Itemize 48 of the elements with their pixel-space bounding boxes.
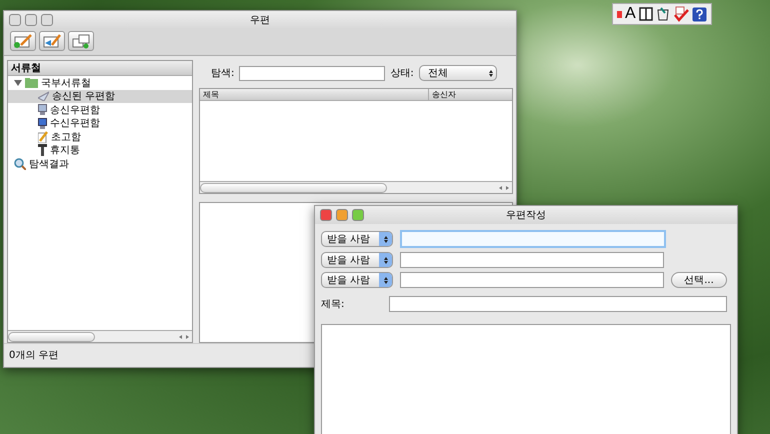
- folder-item[interactable]: 수신우편함: [8, 116, 192, 130]
- minimize-icon[interactable]: [336, 209, 348, 221]
- status-dropdown[interactable]: 전체: [418, 65, 497, 81]
- cup-icon[interactable]: [656, 6, 670, 22]
- trash-icon: [38, 144, 47, 156]
- magnifier-icon: [14, 158, 26, 170]
- window-title: 우편: [250, 14, 270, 27]
- message-body-field[interactable]: [321, 324, 731, 434]
- folder-icon: [25, 78, 38, 88]
- folder-item[interactable]: 휴지통: [8, 144, 192, 157]
- subject-label: 제목:: [321, 298, 344, 311]
- recipient-field[interactable]: [400, 272, 664, 288]
- input-menu[interactable]: A: [625, 6, 636, 22]
- compose-button[interactable]: [10, 31, 36, 51]
- column-header[interactable]: 송신자: [429, 89, 512, 100]
- recipient-field[interactable]: [400, 230, 666, 248]
- sync-button[interactable]: [68, 31, 94, 51]
- panes-icon[interactable]: [638, 7, 653, 21]
- window-control-icon[interactable]: [25, 14, 37, 26]
- paper-plane-icon: [38, 91, 49, 102]
- folder-item[interactable]: 탐색결과: [8, 157, 192, 170]
- window-control-icon[interactable]: [9, 14, 21, 26]
- tray-icon: [38, 104, 47, 116]
- tray-icon: [38, 118, 47, 129]
- select-button[interactable]: 선택...: [671, 272, 727, 288]
- window-title: 우편작성: [506, 209, 546, 222]
- status-label: 상태:: [390, 67, 414, 80]
- recipient-type-dropdown[interactable]: 받을 사람: [321, 252, 393, 268]
- recipient-field[interactable]: [400, 252, 664, 268]
- search-field[interactable]: [239, 66, 386, 80]
- folder-item[interactable]: 초고함: [8, 130, 192, 144]
- recipient-type-dropdown[interactable]: 받을 사람: [321, 272, 393, 288]
- horizontal-scrollbar[interactable]: [8, 330, 192, 342]
- search-label: 탐색:: [211, 67, 234, 80]
- window-control-icon[interactable]: [41, 14, 53, 26]
- zoom-icon[interactable]: [352, 209, 364, 221]
- close-icon[interactable]: [320, 209, 332, 221]
- horizontal-scrollbar[interactable]: [200, 181, 512, 193]
- subject-field[interactable]: [389, 296, 728, 312]
- recipient-type-dropdown[interactable]: 받을 사람: [321, 231, 393, 247]
- folder-item[interactable]: 송신우편함: [8, 103, 192, 116]
- checkmark-icon[interactable]: [672, 6, 689, 22]
- pencil-icon: [38, 130, 48, 143]
- reply-button[interactable]: [39, 31, 65, 51]
- folder-item[interactable]: 송신된 우편함: [8, 90, 192, 103]
- help-icon[interactable]: [692, 6, 707, 22]
- sidebar-header: 서류철: [8, 61, 192, 76]
- column-header[interactable]: 제목: [200, 89, 429, 100]
